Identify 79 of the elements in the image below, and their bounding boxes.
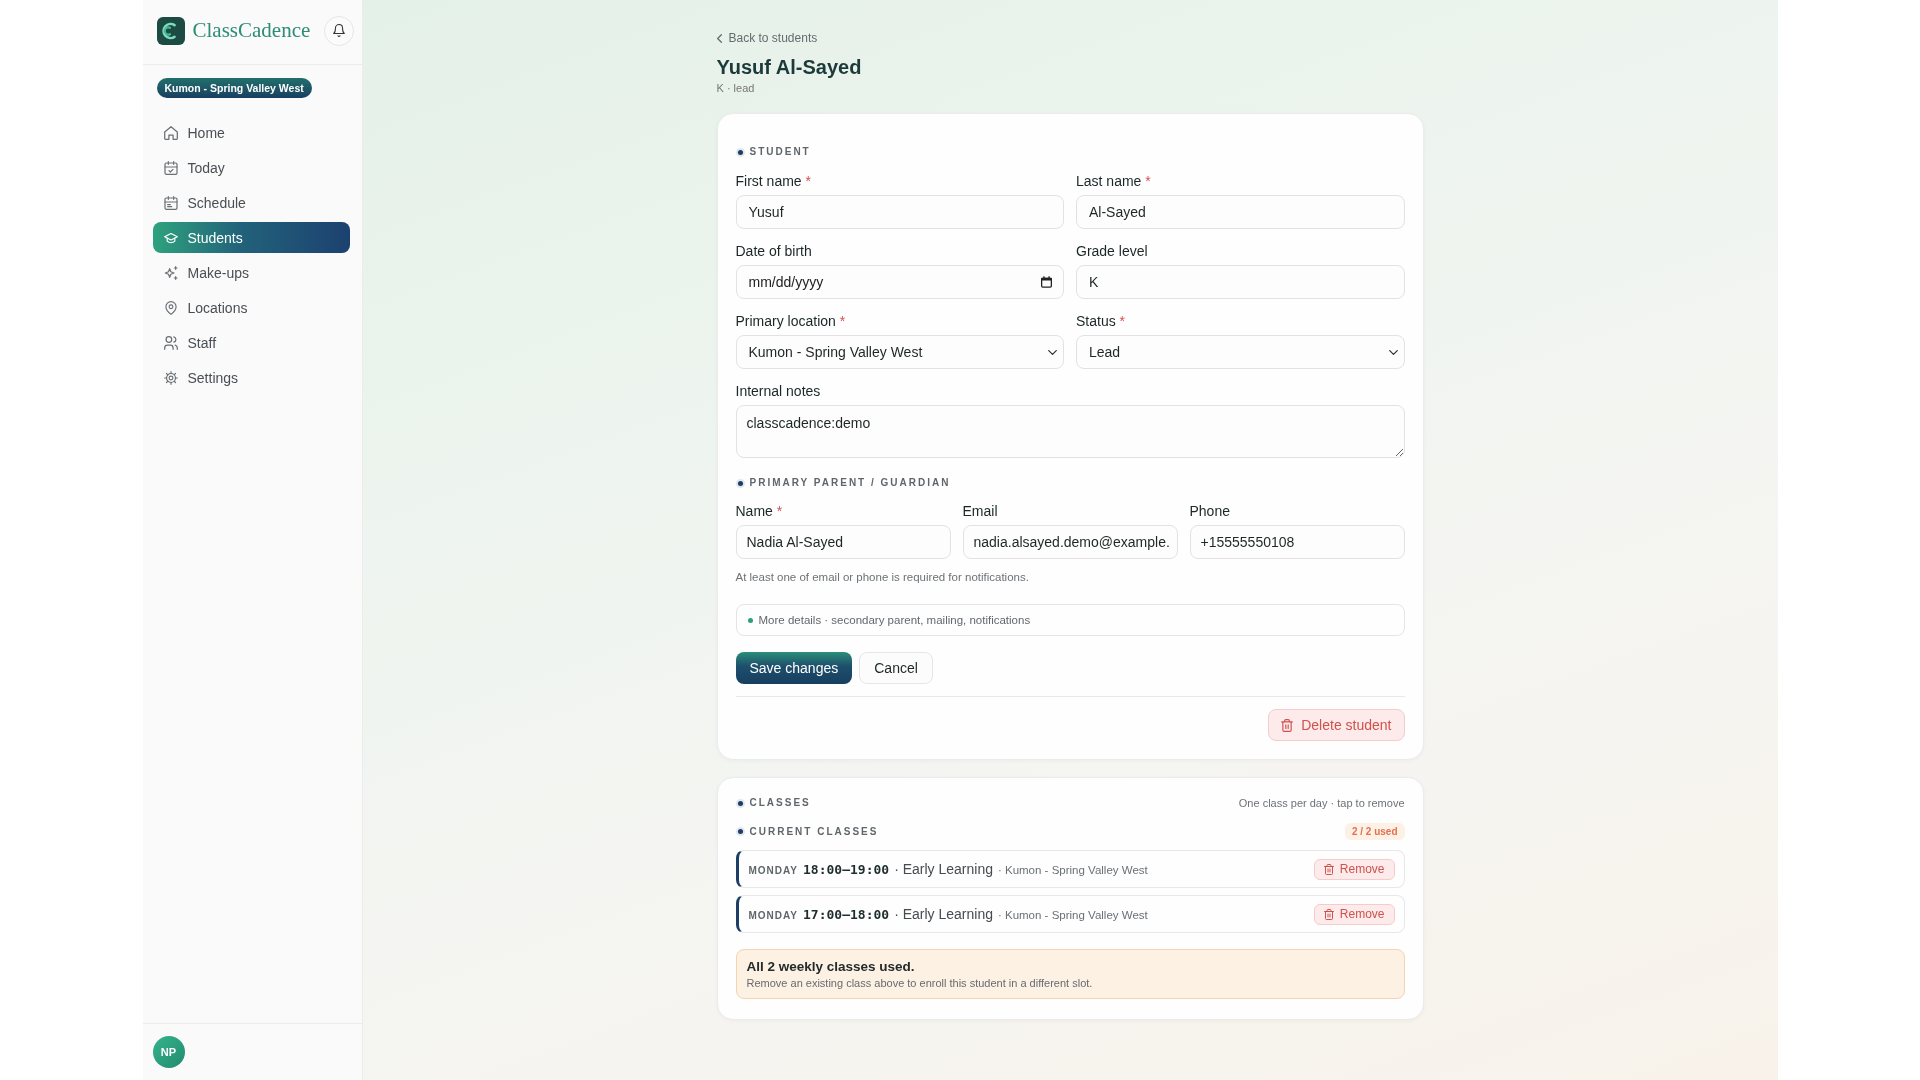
field-label: Name * <box>735 502 783 520</box>
notice-text: Remove an existing class above to enroll this student in a different slot. <box>746 976 1093 991</box>
field-label: Primary location * <box>735 312 846 330</box>
program-name: · Early Learning <box>894 861 993 877</box>
more-details-toggle[interactable]: More details · secondary parent, mailing, notifications <box>735 604 1405 636</box>
chevron-left-icon <box>716 33 722 43</box>
text-input[interactable]: nadia.alsayed.demo@example. <box>962 525 1178 559</box>
section-dot-icon <box>735 147 745 157</box>
nav-item[interactable]: Students <box>152 222 350 253</box>
weekday-label: MONDAY <box>748 910 799 921</box>
remove-button[interactable]: Remove <box>1313 858 1395 880</box>
home-icon <box>163 125 178 140</box>
helper-text: At least one of email or phone is required for notifications. <box>735 570 1029 585</box>
location-name: · Kumon - Spring Valley West <box>997 909 1148 921</box>
field-label: Last name * <box>1076 172 1151 190</box>
text-input[interactable]: Yusuf <box>735 195 1064 229</box>
chevron-down-icon <box>1388 349 1398 355</box>
text-input[interactable]: +15555550108 <box>1189 525 1405 559</box>
calendar-check-icon <box>163 160 178 175</box>
calendar-icon <box>1041 276 1052 288</box>
select-field[interactable]: Kumon - Spring Valley West <box>735 335 1064 369</box>
program-name: · Early Learning <box>894 906 993 922</box>
field-label: Internal notes <box>735 382 821 400</box>
field-label: Phone <box>1189 502 1230 520</box>
nav-item[interactable]: Home <box>152 117 350 148</box>
section-dot-icon <box>735 478 745 488</box>
nav-item[interactable]: Today <box>152 152 350 183</box>
back-link[interactable]: Back to students <box>716 30 818 46</box>
section-heading: STUDENT <box>749 145 811 159</box>
nav-item[interactable]: Settings <box>152 362 350 393</box>
select-field[interactable]: Lead <box>1076 335 1405 369</box>
trash-icon <box>1281 718 1294 732</box>
section-heading: CURRENT CLASSES <box>749 824 879 839</box>
field-label: Status * <box>1076 312 1126 330</box>
location-name: · Kumon - Spring Valley West <box>997 864 1148 876</box>
field-label: Date of birth <box>735 242 812 260</box>
nav-item[interactable]: Locations <box>152 292 350 323</box>
helper-text: One class per day · tap to remove <box>1238 797 1405 809</box>
status-dot-icon <box>747 617 753 623</box>
text-input[interactable]: Al-Sayed <box>1076 195 1405 229</box>
chevron-down-icon <box>1048 349 1057 355</box>
calendar-icon <box>163 195 178 210</box>
section-heading: CLASSES <box>749 796 811 810</box>
map-pin-icon <box>163 300 178 315</box>
nav-item[interactable]: Staff <box>152 327 350 358</box>
graduation-cap-icon <box>163 230 178 245</box>
save-button[interactable]: Save changes <box>735 652 853 684</box>
time-range: 17:00–18:00 <box>803 907 890 922</box>
settings-icon <box>163 370 178 385</box>
section-dot-icon <box>735 798 745 808</box>
location-badge[interactable]: Kumon - Spring Valley West <box>156 78 312 98</box>
sparkles-icon <box>163 265 178 280</box>
usage-badge: 2 / 2 used <box>1344 823 1405 840</box>
field-label: First name * <box>735 172 811 190</box>
page-subtitle: K · lead <box>716 81 755 95</box>
notes-textarea[interactable]: classcadence:demo <box>735 405 1405 458</box>
notice-title: All 2 weekly classes used. <box>746 958 915 975</box>
brand-name: ClassCadence <box>192 18 311 43</box>
time-range: 18:00–19:00 <box>803 862 890 877</box>
nav-item[interactable]: Schedule <box>152 187 350 218</box>
delete-button[interactable]: Delete student <box>1268 709 1405 741</box>
remove-button[interactable]: Remove <box>1313 903 1395 925</box>
trash-icon <box>1323 863 1334 875</box>
cancel-button[interactable]: Cancel <box>859 652 933 684</box>
bell-icon <box>332 24 345 37</box>
trash-icon <box>1323 908 1334 920</box>
text-input[interactable]: Nadia Al-Sayed <box>735 525 951 559</box>
logo-icon <box>156 16 185 45</box>
field-label: Email <box>962 502 998 520</box>
weekday-label: MONDAY <box>748 865 799 876</box>
nav-item[interactable]: Make-ups <box>152 257 350 288</box>
field-label: Grade level <box>1076 242 1148 260</box>
section-dot-icon <box>735 827 745 836</box>
date-input[interactable]: mm/dd/yyyy <box>735 265 1064 299</box>
notifications-button[interactable] <box>323 15 354 46</box>
text-input[interactable]: K <box>1076 265 1405 299</box>
page-title: Yusuf Al-Sayed <box>716 55 862 79</box>
section-heading: PRIMARY PARENT / GUARDIAN <box>749 476 951 490</box>
users-icon <box>163 335 178 350</box>
